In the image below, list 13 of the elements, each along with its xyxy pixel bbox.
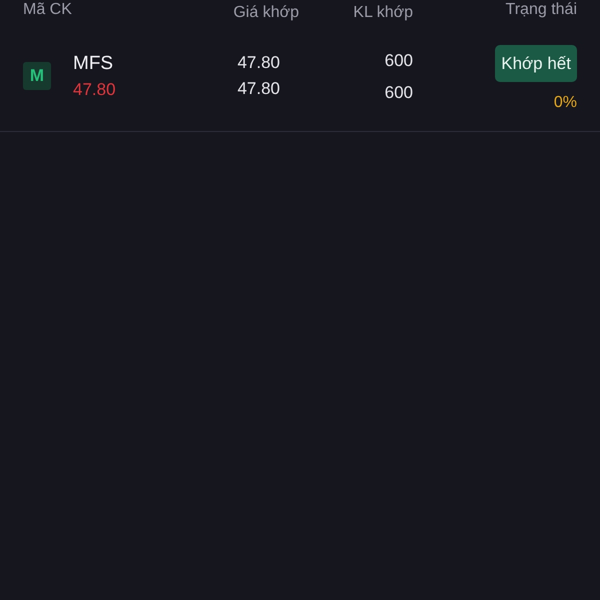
stock-logo: M: [23, 62, 51, 90]
stock-symbol: MFS: [73, 52, 114, 76]
column-header: Mã CK: [23, 0, 72, 19]
column-header: Trạng thái: [506, 0, 577, 19]
matched-volume: 600: [384, 82, 413, 104]
matched-price: 47.80: [237, 78, 280, 100]
matched-volume: 600: [384, 50, 413, 72]
stock-price: 47.80: [73, 79, 116, 100]
column-header: KL khớp: [353, 3, 413, 22]
matched-price: 47.80: [237, 52, 280, 74]
column-header: Giá khớp: [233, 3, 299, 22]
match-percentage: 0%: [554, 93, 577, 113]
status-badge: Khớp hết: [495, 45, 577, 82]
